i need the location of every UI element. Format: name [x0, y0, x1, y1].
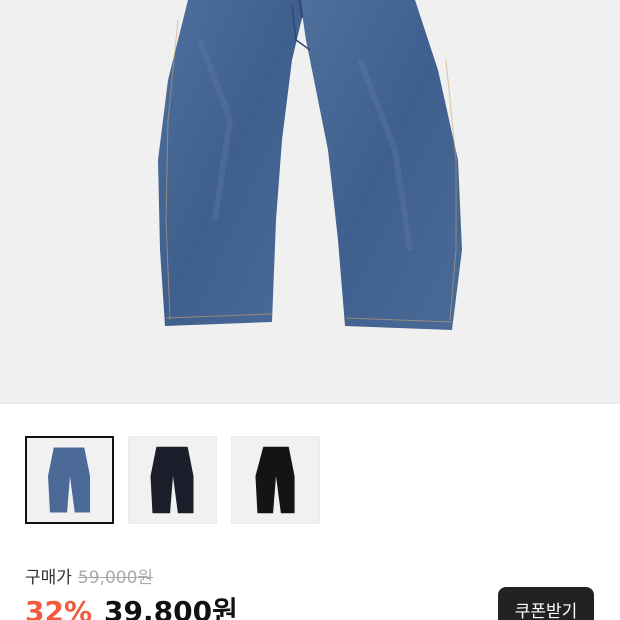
discount-rate: 32%	[25, 595, 93, 620]
sale-price: 39,800원	[104, 595, 238, 620]
jeans-thumbnail-icon	[150, 446, 194, 514]
jeans-thumbnail-icon	[48, 447, 91, 513]
divider	[0, 403, 620, 404]
jeans-thumbnail-icon	[255, 446, 295, 514]
product-main-image[interactable]	[0, 0, 620, 403]
original-price: 59,000원	[77, 568, 154, 588]
thumbnail-list	[25, 436, 320, 524]
thumbnail-denim-blue[interactable]	[25, 436, 114, 524]
thumbnail-black[interactable]	[231, 436, 320, 524]
thumbnail-dark-navy[interactable]	[128, 436, 217, 524]
price-label-row: 구매가 59,000원	[25, 563, 153, 588]
jeans-image	[158, 0, 462, 330]
coupon-button[interactable]: 쿠폰받기	[498, 587, 594, 620]
price-label: 구매가	[25, 568, 72, 588]
price-row: 32% 39,800원	[25, 590, 238, 620]
